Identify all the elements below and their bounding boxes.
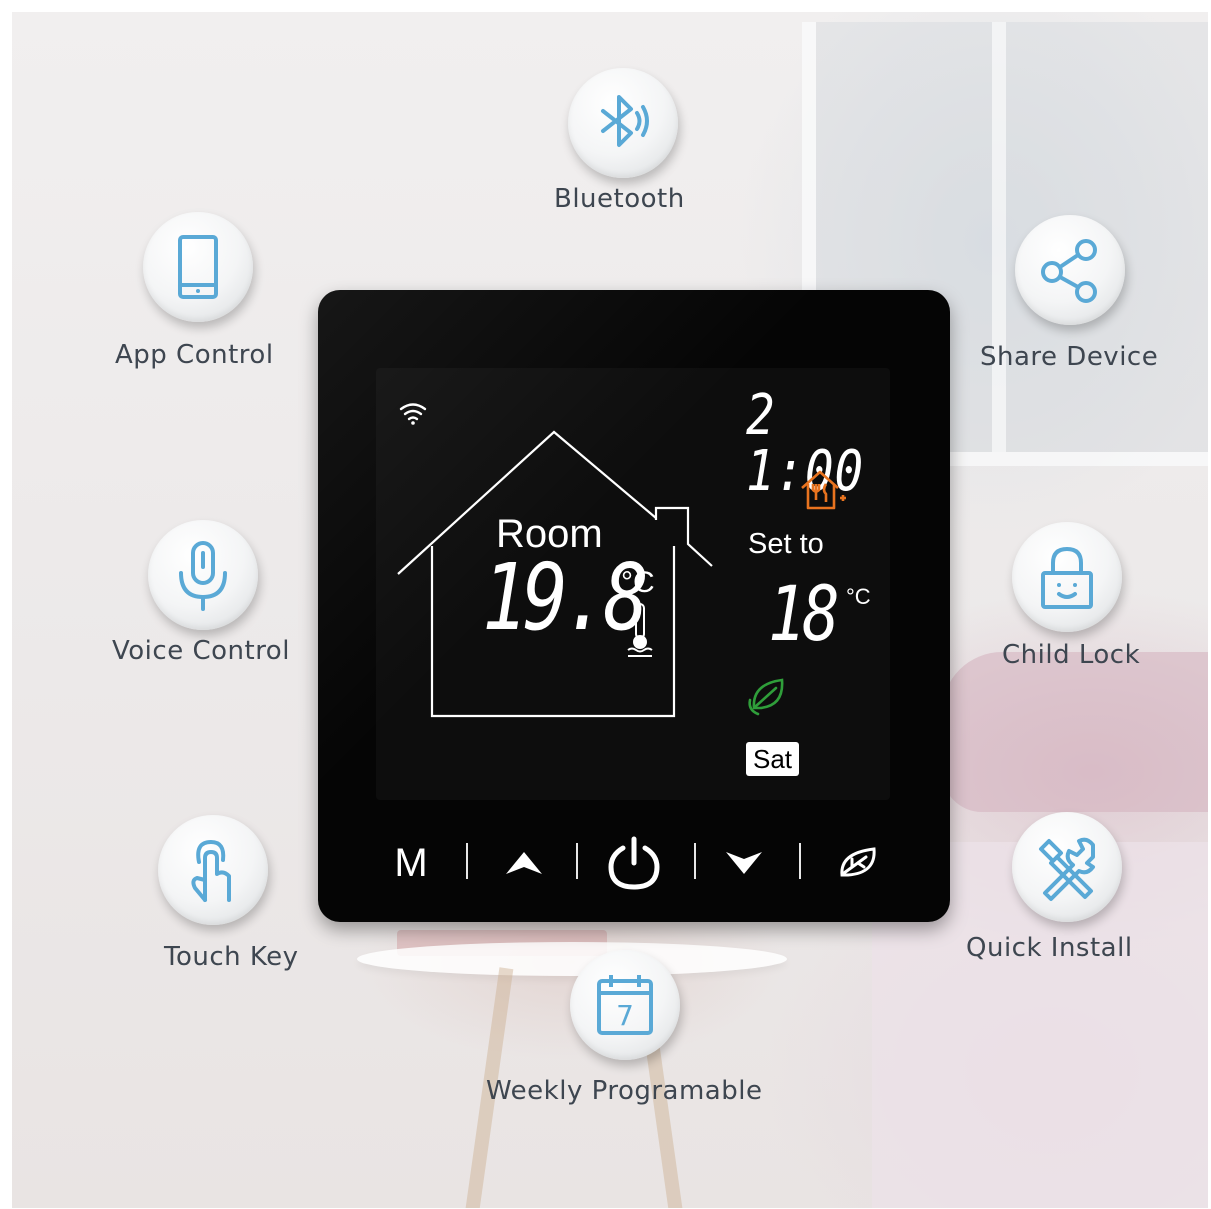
eco-leaf-icon (748, 678, 784, 716)
thermostat-device: Room 19.8 °C 2 1:00 Set to 18 °C Sat M (318, 290, 950, 922)
power-button[interactable] (602, 828, 666, 898)
home-mode-icon (801, 470, 846, 510)
wifi-icon (399, 403, 427, 425)
key-divider (576, 843, 578, 879)
share-icon (1015, 215, 1125, 325)
tools-icon (1012, 812, 1122, 922)
background-pillow (942, 652, 1208, 812)
thermostat-screen: Room 19.8 °C 2 1:00 Set to 18 °C Sat (376, 368, 890, 800)
bluetooth-icon (568, 68, 678, 178)
feature-label-app-control: App Control (115, 340, 274, 370)
mode-button[interactable]: M (386, 828, 436, 898)
feature-label-voice-control: Voice Control (112, 636, 290, 666)
leaf-icon (840, 847, 876, 877)
up-button[interactable] (496, 828, 552, 898)
arrow-down-icon (726, 852, 762, 874)
touch-hand-icon (158, 815, 268, 925)
room-temperature: 19.8 (482, 544, 649, 651)
floor-sensor-icon (627, 603, 653, 657)
key-divider (799, 843, 801, 879)
svg-text:7: 7 (616, 999, 634, 1032)
feature-label-bluetooth: Bluetooth (554, 184, 685, 214)
feature-label-child-lock: Child Lock (1002, 640, 1141, 670)
calendar-icon: 7 (570, 950, 680, 1060)
eco-button[interactable] (830, 828, 886, 898)
room-temperature-unit: °C (621, 566, 655, 599)
down-button[interactable] (716, 828, 772, 898)
feature-label-touch-key: Touch Key (164, 942, 299, 972)
lock-icon (1012, 522, 1122, 632)
microphone-icon (148, 520, 258, 630)
arrow-up-icon (506, 852, 542, 874)
feature-label-quick-install: Quick Install (966, 933, 1133, 963)
smartphone-icon (143, 212, 253, 322)
set-to-label: Set to (748, 528, 824, 560)
background-side-table (357, 942, 787, 976)
set-temperature-unit: °C (846, 584, 871, 609)
power-icon (608, 836, 660, 890)
key-divider (466, 843, 468, 879)
feature-label-weekly-programable: Weekly Programable (486, 1076, 763, 1106)
touch-key-bar: M (318, 828, 950, 898)
key-divider (694, 843, 696, 879)
set-temperature: 18 (768, 569, 840, 658)
weekday-badge: Sat (746, 742, 800, 776)
background-window-bar (992, 22, 1006, 452)
feature-label-share-device: Share Device (980, 342, 1159, 372)
